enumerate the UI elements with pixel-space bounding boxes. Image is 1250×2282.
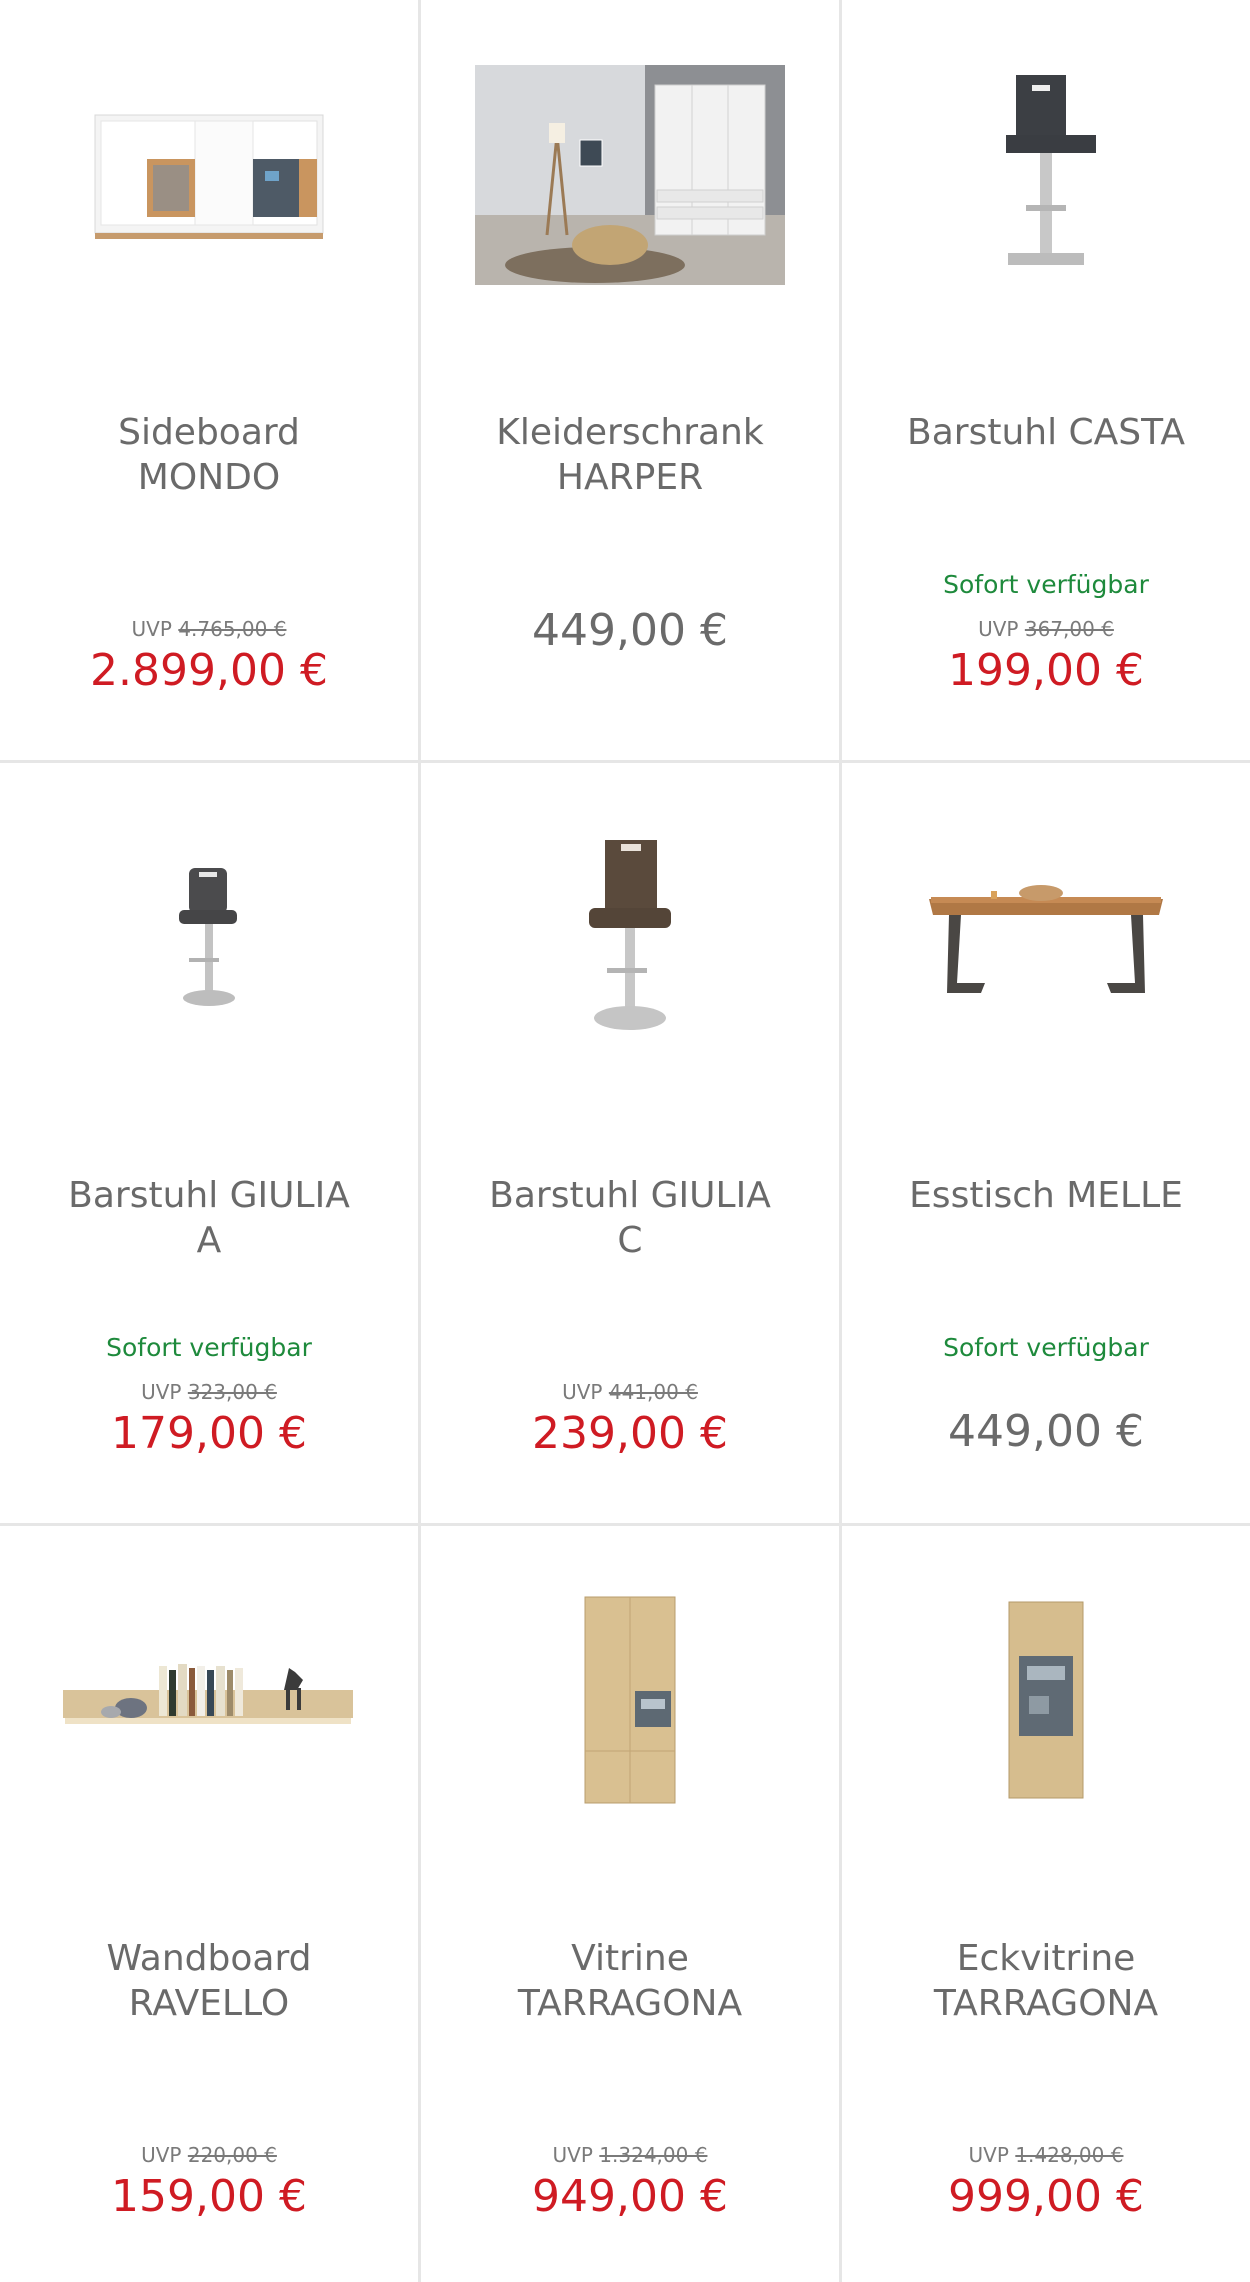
uvp-old-price: 441,00 € xyxy=(608,1380,698,1404)
product-title[interactable]: Wandboard RAVELLO xyxy=(20,1936,398,2026)
product-card[interactable]: Eckvitrine TARRAGONA UVP 1.428,00 € 999,… xyxy=(842,1526,1250,2282)
product-card[interactable]: Barstuhl GIULIA A Sofort verfügbar UVP 3… xyxy=(0,763,418,1523)
product-title-line[interactable]: Eckvitrine xyxy=(862,1936,1230,1981)
sale-price: 179,00 € xyxy=(111,1408,307,1459)
product-card[interactable]: Vitrine TARRAGONA UVP 1.324,00 € 949,00 … xyxy=(421,1526,839,2282)
uvp-label: UVP xyxy=(562,1380,603,1404)
regular-price: 449,00 € xyxy=(948,1406,1144,1457)
product-card[interactable]: Esstisch MELLE Sofort verfügbar 449,00 € xyxy=(842,763,1250,1523)
availability-status: Sofort verfügbar xyxy=(943,1333,1149,1362)
product-image[interactable] xyxy=(421,793,839,1083)
bar-stool-image xyxy=(179,868,237,1006)
uvp-price: UVP 4.765,00 € xyxy=(0,617,418,641)
uvp-price: UVP 441,00 € xyxy=(421,1380,839,1404)
uvp-old-price: 1.428,00 € xyxy=(1015,2143,1124,2167)
uvp-label: UVP xyxy=(552,2143,593,2167)
regular-price: 449,00 € xyxy=(532,605,728,656)
uvp-old-price: 323,00 € xyxy=(187,1380,277,1404)
product-title[interactable]: Barstuhl GIULIA C xyxy=(441,1173,819,1263)
sale-price: 199,00 € xyxy=(948,645,1144,696)
product-image[interactable] xyxy=(0,1556,418,1846)
uvp-old-price: 220,00 € xyxy=(187,2143,277,2167)
product-image[interactable] xyxy=(842,793,1250,1083)
uvp-label: UVP xyxy=(978,617,1019,641)
product-title-line[interactable]: RAVELLO xyxy=(20,1981,398,2026)
product-card[interactable]: Sideboard MONDO UVP 4.765,00 € 2.899,00 … xyxy=(0,0,418,760)
product-title[interactable]: Barstuhl CASTA xyxy=(862,410,1230,455)
sale-price: 949,00 € xyxy=(532,2171,728,2222)
product-image[interactable] xyxy=(0,793,418,1083)
sale-price: 239,00 € xyxy=(532,1408,728,1459)
product-image[interactable] xyxy=(842,30,1250,320)
uvp-label: UVP xyxy=(141,1380,182,1404)
dining-table-image xyxy=(929,885,1163,993)
product-title-line[interactable]: Wandboard xyxy=(20,1936,398,1981)
product-card[interactable]: Barstuhl GIULIA C UVP 441,00 € 239,00 € xyxy=(421,763,839,1523)
uvp-price: UVP 220,00 € xyxy=(0,2143,418,2167)
uvp-price: UVP 1.428,00 € xyxy=(842,2143,1250,2167)
wall-shelf-image xyxy=(63,1664,353,1724)
uvp-label: UVP xyxy=(968,2143,1009,2167)
availability-status: Sofort verfügbar xyxy=(943,570,1149,599)
product-card[interactable]: Kleiderschrank HARPER 449,00 € xyxy=(421,0,839,760)
sale-price: 2.899,00 € xyxy=(90,645,328,696)
bar-stool-image xyxy=(1006,75,1096,265)
product-title[interactable]: Eckvitrine TARRAGONA xyxy=(862,1936,1230,2026)
product-title-line[interactable]: A xyxy=(20,1218,398,1263)
corner-display-cabinet-image xyxy=(1008,1601,1084,1799)
uvp-price: UVP 367,00 € xyxy=(842,617,1250,641)
uvp-price: UVP 323,00 € xyxy=(0,1380,418,1404)
product-title-line[interactable]: Esstisch MELLE xyxy=(862,1173,1230,1218)
product-title[interactable]: Vitrine TARRAGONA xyxy=(441,1936,819,2026)
uvp-old-price: 1.324,00 € xyxy=(599,2143,708,2167)
product-title-line[interactable]: C xyxy=(441,1218,819,1263)
sale-price: 159,00 € xyxy=(111,2171,307,2222)
product-title-line[interactable]: Vitrine xyxy=(441,1936,819,1981)
uvp-label: UVP xyxy=(131,617,172,641)
uvp-old-price: 4.765,00 € xyxy=(178,617,287,641)
sideboard-image xyxy=(94,114,324,239)
product-title[interactable]: Kleiderschrank HARPER xyxy=(441,410,819,500)
product-image[interactable] xyxy=(421,1556,839,1846)
product-card[interactable]: Barstuhl CASTA Sofort verfügbar UVP 367,… xyxy=(842,0,1250,760)
product-image[interactable] xyxy=(421,30,839,320)
product-title-line[interactable]: Barstuhl GIULIA xyxy=(20,1173,398,1218)
product-title-line[interactable]: Barstuhl GIULIA xyxy=(441,1173,819,1218)
product-grid: Sideboard MONDO UVP 4.765,00 € 2.899,00 … xyxy=(0,0,1250,2282)
product-title[interactable]: Sideboard MONDO xyxy=(20,410,398,500)
uvp-old-price: 367,00 € xyxy=(1024,617,1114,641)
product-title-line[interactable]: HARPER xyxy=(441,455,819,500)
product-title-line[interactable]: Barstuhl CASTA xyxy=(862,410,1230,455)
uvp-price: UVP 1.324,00 € xyxy=(421,2143,839,2167)
product-title-line[interactable]: Kleiderschrank xyxy=(441,410,819,455)
product-card[interactable]: Wandboard RAVELLO UVP 220,00 € 159,00 € xyxy=(0,1526,418,2282)
display-cabinet-image xyxy=(584,1596,676,1804)
wardrobe-room-image xyxy=(475,65,785,285)
product-title[interactable]: Esstisch MELLE xyxy=(862,1173,1230,1218)
product-title-line[interactable]: Sideboard xyxy=(20,410,398,455)
product-title-line[interactable]: TARRAGONA xyxy=(441,1981,819,2026)
product-image[interactable] xyxy=(0,30,418,320)
product-title-line[interactable]: MONDO xyxy=(20,455,398,500)
availability-status: Sofort verfügbar xyxy=(106,1333,312,1362)
bar-stool-image xyxy=(589,840,671,1030)
uvp-label: UVP xyxy=(141,2143,182,2167)
product-title-line[interactable]: TARRAGONA xyxy=(862,1981,1230,2026)
sale-price: 999,00 € xyxy=(948,2171,1144,2222)
product-image[interactable] xyxy=(842,1556,1250,1846)
product-title[interactable]: Barstuhl GIULIA A xyxy=(20,1173,398,1263)
